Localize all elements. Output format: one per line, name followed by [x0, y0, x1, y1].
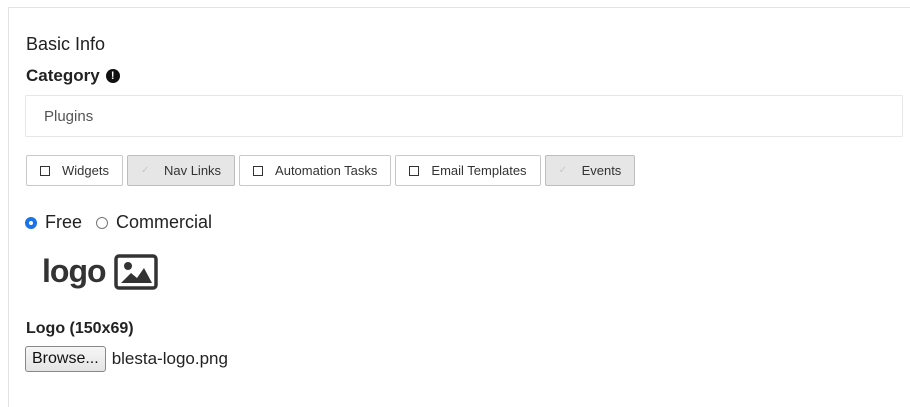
toggle-label: Events: [581, 163, 622, 178]
toggle-events[interactable]: ✓ Events: [544, 155, 636, 186]
exclamation-circle-icon: !: [105, 69, 120, 83]
logo-preview: logo: [42, 253, 158, 290]
radio-free[interactable]: [25, 216, 37, 229]
checkmark-icon: ✓: [140, 164, 150, 176]
section-title: Basic Info: [26, 34, 106, 54]
toggle-email-templates[interactable]: Email Templates: [395, 155, 541, 186]
toggle-automation-tasks[interactable]: Automation Tasks: [239, 155, 392, 186]
logo-text: logo: [42, 253, 107, 289]
checkbox-icon: [40, 165, 50, 176]
type-toggle-group: Widgets ✓ Nav Links Automation Tasks Ema…: [26, 155, 636, 186]
toggle-label: Automation Tasks: [275, 163, 378, 178]
image-icon: [113, 253, 158, 290]
toggle-nav-links[interactable]: ✓ Nav Links: [126, 155, 236, 186]
toggle-label: Widgets: [62, 163, 109, 178]
toggle-label: Email Templates: [431, 163, 527, 178]
toggle-label: Nav Links: [163, 163, 222, 178]
category-label: Category: [26, 66, 100, 85]
category-input[interactable]: [25, 95, 903, 137]
checkbox-icon: [253, 165, 264, 176]
browse-button[interactable]: Browse...: [25, 346, 106, 372]
toggle-widgets[interactable]: Widgets: [26, 155, 123, 186]
checkbox-icon: [409, 165, 420, 176]
radio-commercial-label[interactable]: Commercial: [116, 212, 212, 233]
checkmark-icon: ✓: [558, 164, 567, 176]
category-label-row: Category !: [26, 66, 120, 86]
radio-commercial[interactable]: [96, 216, 109, 229]
radio-free-label[interactable]: Free: [45, 212, 82, 233]
license-radio-group: Free Commercial: [25, 212, 226, 233]
file-name: blesta-logo.png: [111, 349, 228, 368]
logo-label: Logo (150x69): [26, 320, 134, 337]
file-upload: Browse... blesta-logo.png: [25, 346, 228, 372]
